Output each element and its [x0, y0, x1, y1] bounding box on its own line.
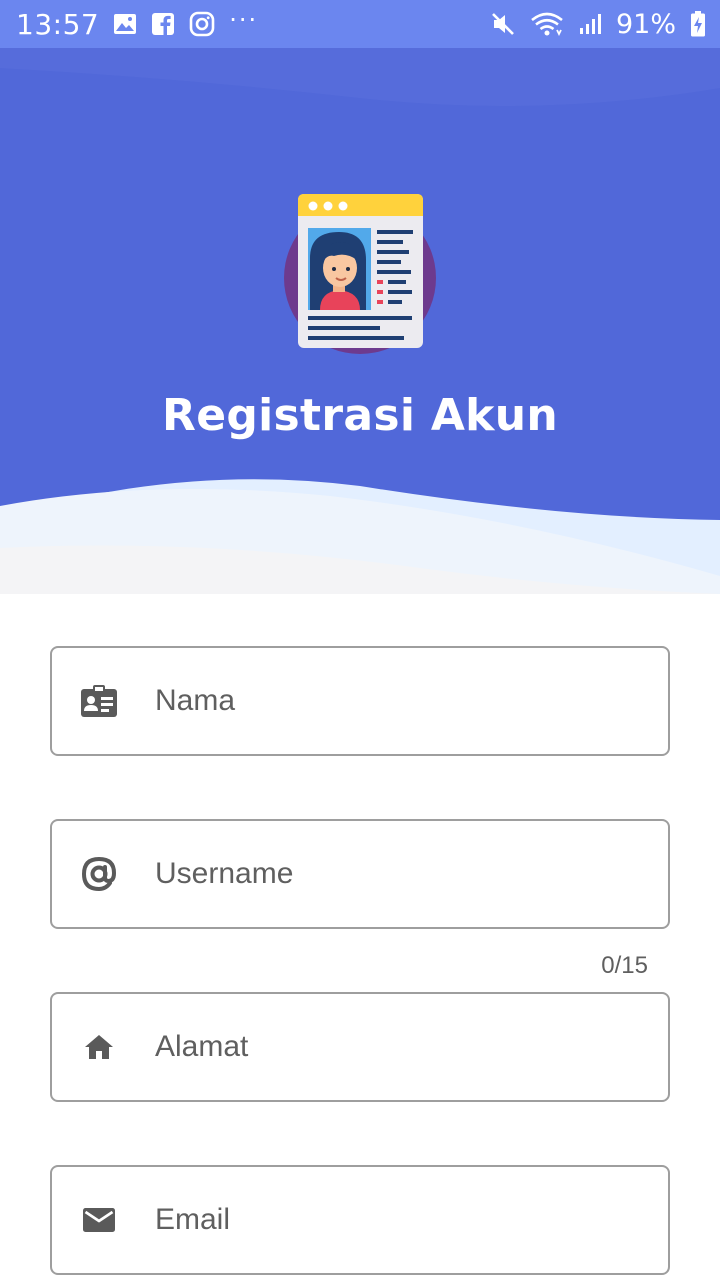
- id-card-icon: [79, 681, 119, 721]
- email-input[interactable]: [155, 1203, 635, 1237]
- signal-icon: [578, 12, 602, 36]
- status-bar: 13:57 ··· 91%: [0, 0, 720, 48]
- username-field[interactable]: [50, 819, 670, 929]
- id-card-profile-illustration: [280, 194, 440, 354]
- battery-charging-icon: [690, 11, 706, 37]
- header-banner: Registrasi Akun: [0, 48, 720, 594]
- address-field[interactable]: [50, 992, 670, 1102]
- username-character-counter: 0/15: [601, 952, 648, 979]
- name-input[interactable]: [155, 684, 635, 718]
- more-notifications-icon: ···: [229, 6, 259, 34]
- name-field[interactable]: [50, 646, 670, 756]
- instagram-icon: [189, 11, 215, 37]
- address-input[interactable]: [155, 1030, 635, 1064]
- wifi-icon: [530, 11, 564, 37]
- status-bar-left: 13:57 ···: [16, 6, 259, 41]
- username-input[interactable]: [155, 857, 635, 891]
- at-sign-icon: [79, 854, 119, 894]
- email-icon: [79, 1200, 119, 1240]
- status-time: 13:57: [16, 7, 100, 41]
- status-bar-right: 91%: [490, 9, 706, 40]
- email-field[interactable]: [50, 1165, 670, 1275]
- battery-percentage: 91%: [615, 8, 676, 40]
- home-icon: [79, 1027, 119, 1067]
- facebook-icon: [151, 12, 175, 36]
- page-title: Registrasi Akun: [162, 390, 558, 441]
- mute-icon: [490, 11, 516, 37]
- gallery-icon: [113, 13, 137, 35]
